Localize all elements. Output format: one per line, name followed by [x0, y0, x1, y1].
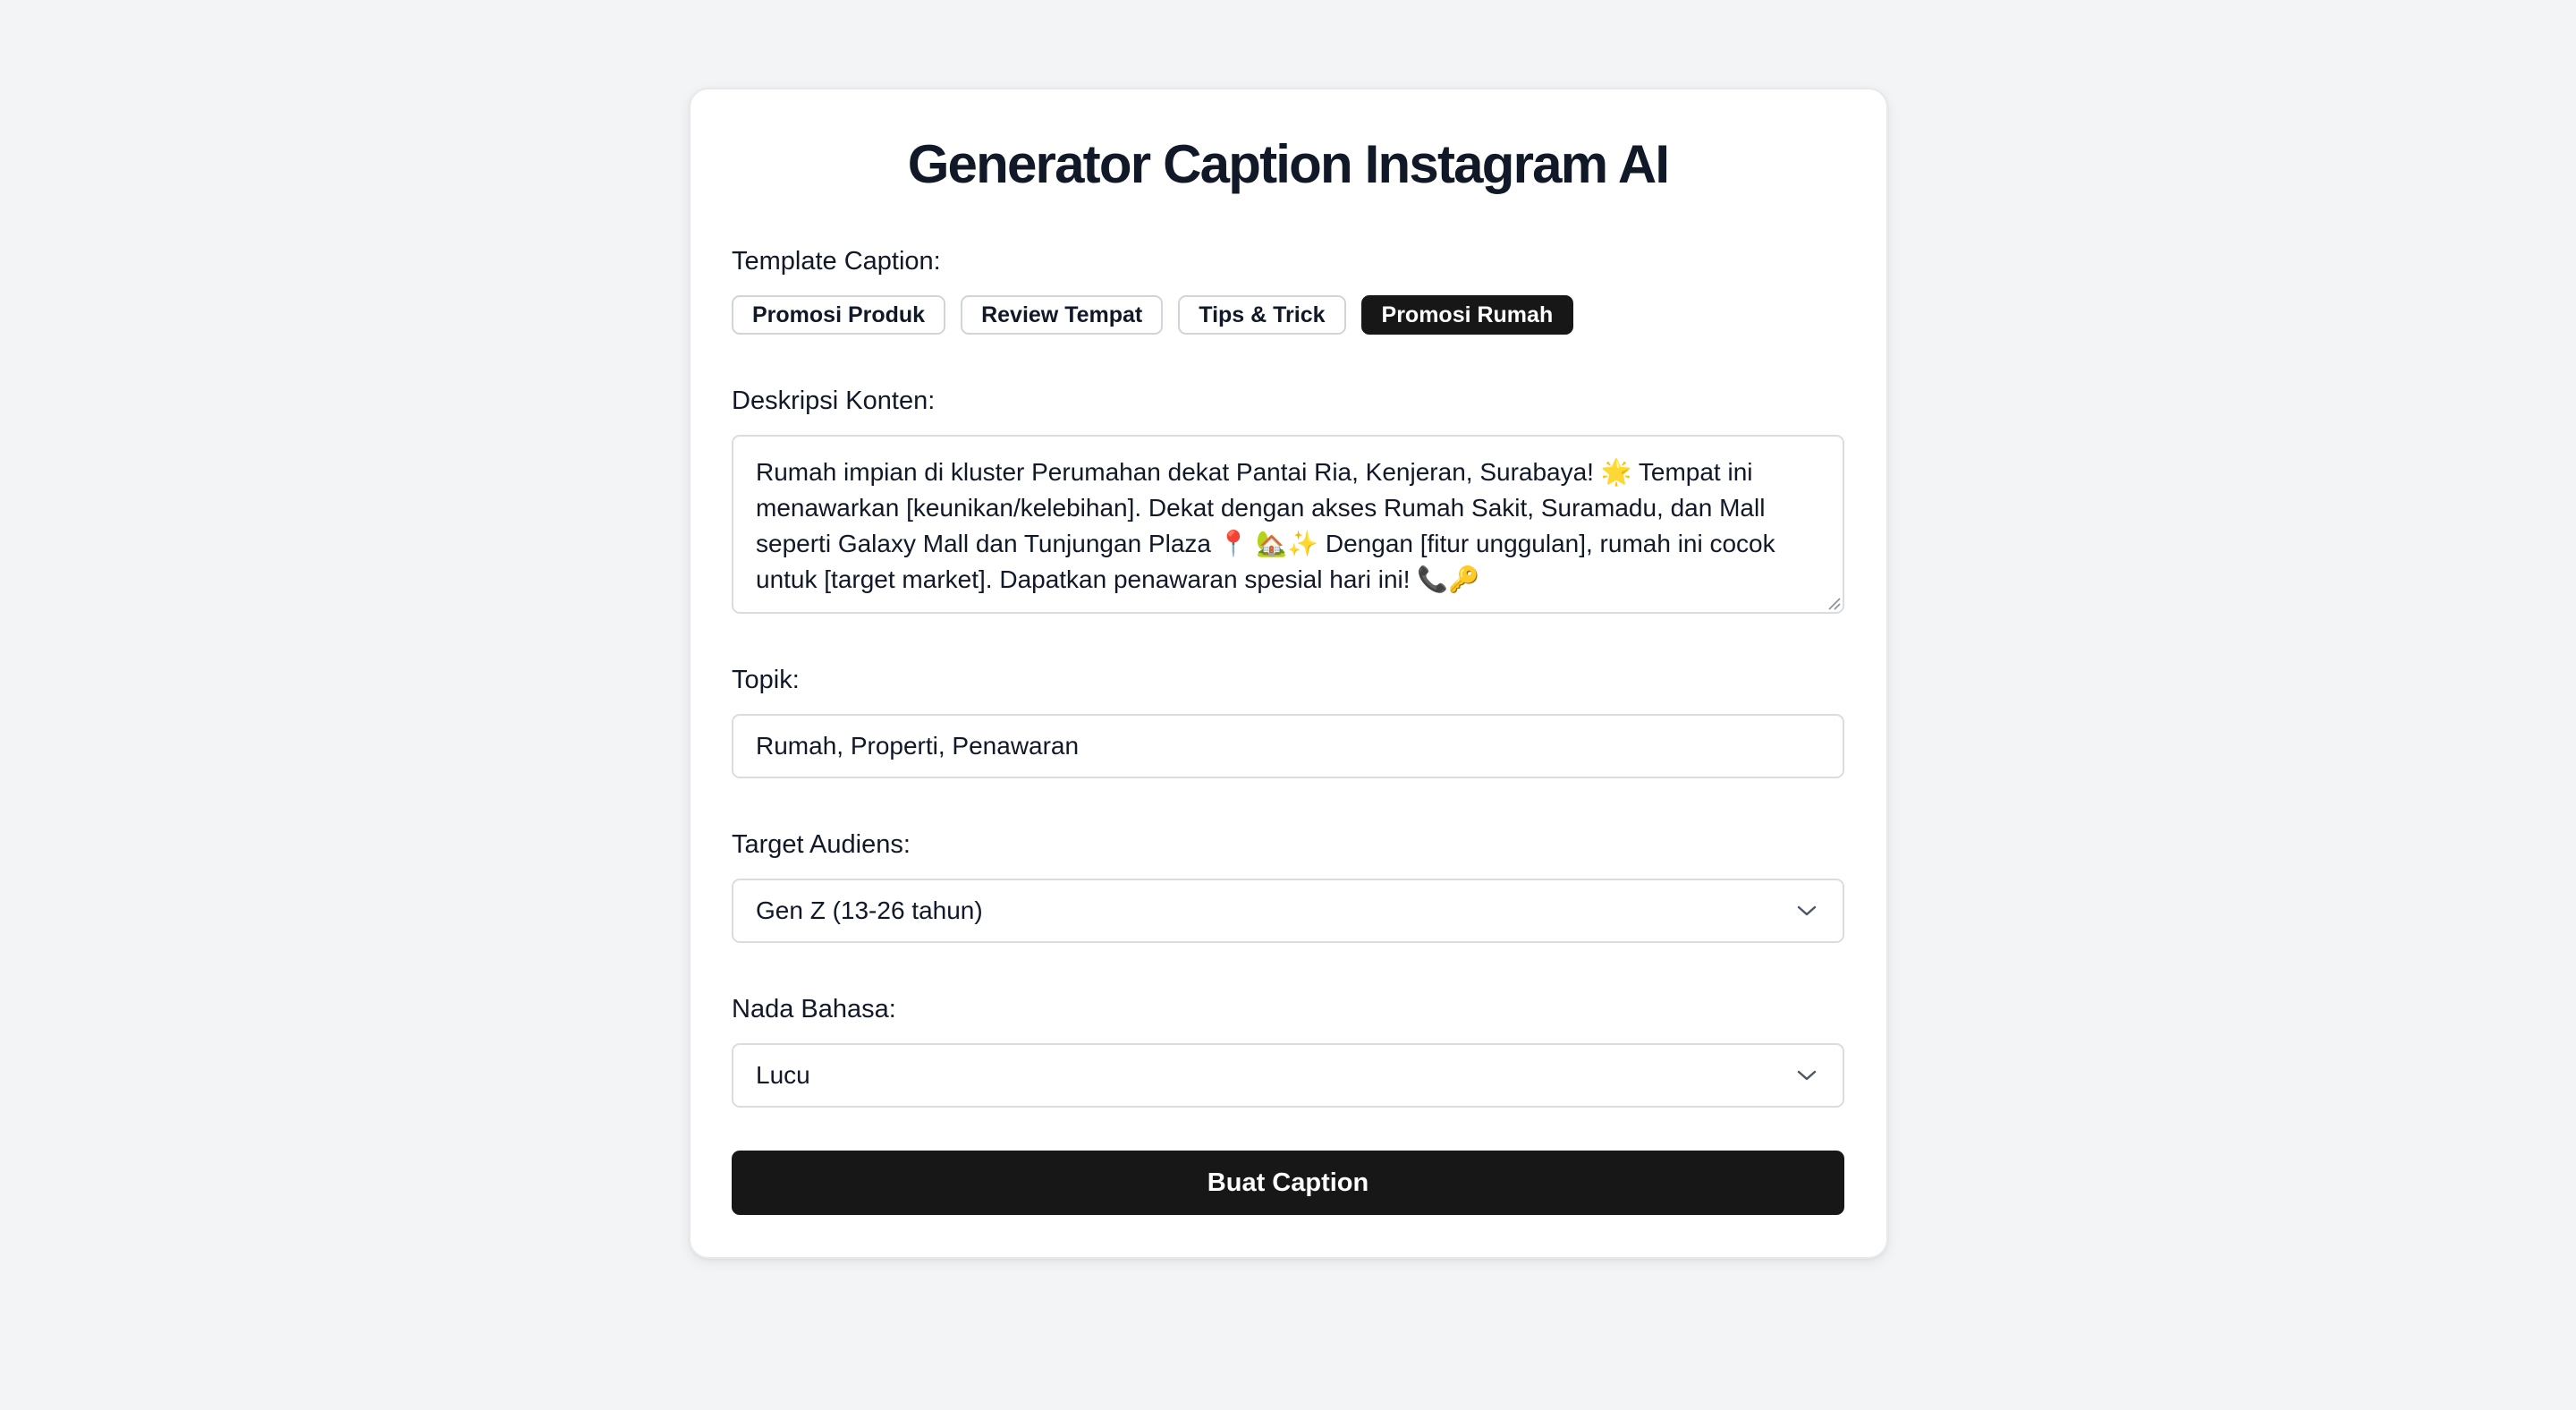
target-audience-selected-value: Gen Z (13-26 tahun) — [756, 896, 983, 924]
page-title: Generator Caption Instagram AI — [907, 134, 1670, 194]
template-promosi-rumah-button[interactable]: Promosi Rumah — [1360, 295, 1574, 335]
topic-input-value: Rumah, Properti, Penawaran — [756, 732, 1080, 760]
tone-selected-value: Lucu — [756, 1061, 810, 1089]
chevron-down-icon — [1797, 905, 1817, 916]
template-caption-label: Template Caption: — [732, 247, 941, 276]
description-textarea[interactable]: Rumah impian di kluster Perumahan dekat … — [732, 435, 1844, 614]
app-window: Generator Caption Instagram AI Template … — [0, 0, 2576, 1410]
chevron-down-icon — [1797, 1070, 1817, 1081]
topic-input[interactable]: Rumah, Properti, Penawaran — [732, 714, 1844, 778]
tone-select[interactable]: Lucu — [732, 1043, 1844, 1108]
description-label: Deskripsi Konten: — [732, 386, 936, 415]
template-promosi-produk-button[interactable]: Promosi Produk — [732, 295, 946, 335]
template-tips-trick-button[interactable]: Tips & Trick — [1178, 295, 1346, 335]
topic-label: Topik: — [732, 666, 800, 694]
generate-caption-button[interactable]: Buat Caption — [732, 1151, 1844, 1215]
resize-grip-icon[interactable] — [1826, 596, 1841, 610]
target-audience-label: Target Audiens: — [732, 830, 911, 859]
target-audience-select[interactable]: Gen Z (13-26 tahun) — [732, 879, 1844, 943]
template-review-tempat-button[interactable]: Review Tempat — [961, 295, 1164, 335]
tone-label: Nada Bahasa: — [732, 995, 896, 1024]
template-button-group: Promosi Produk Review Tempat Tips & Tric… — [732, 295, 1574, 335]
